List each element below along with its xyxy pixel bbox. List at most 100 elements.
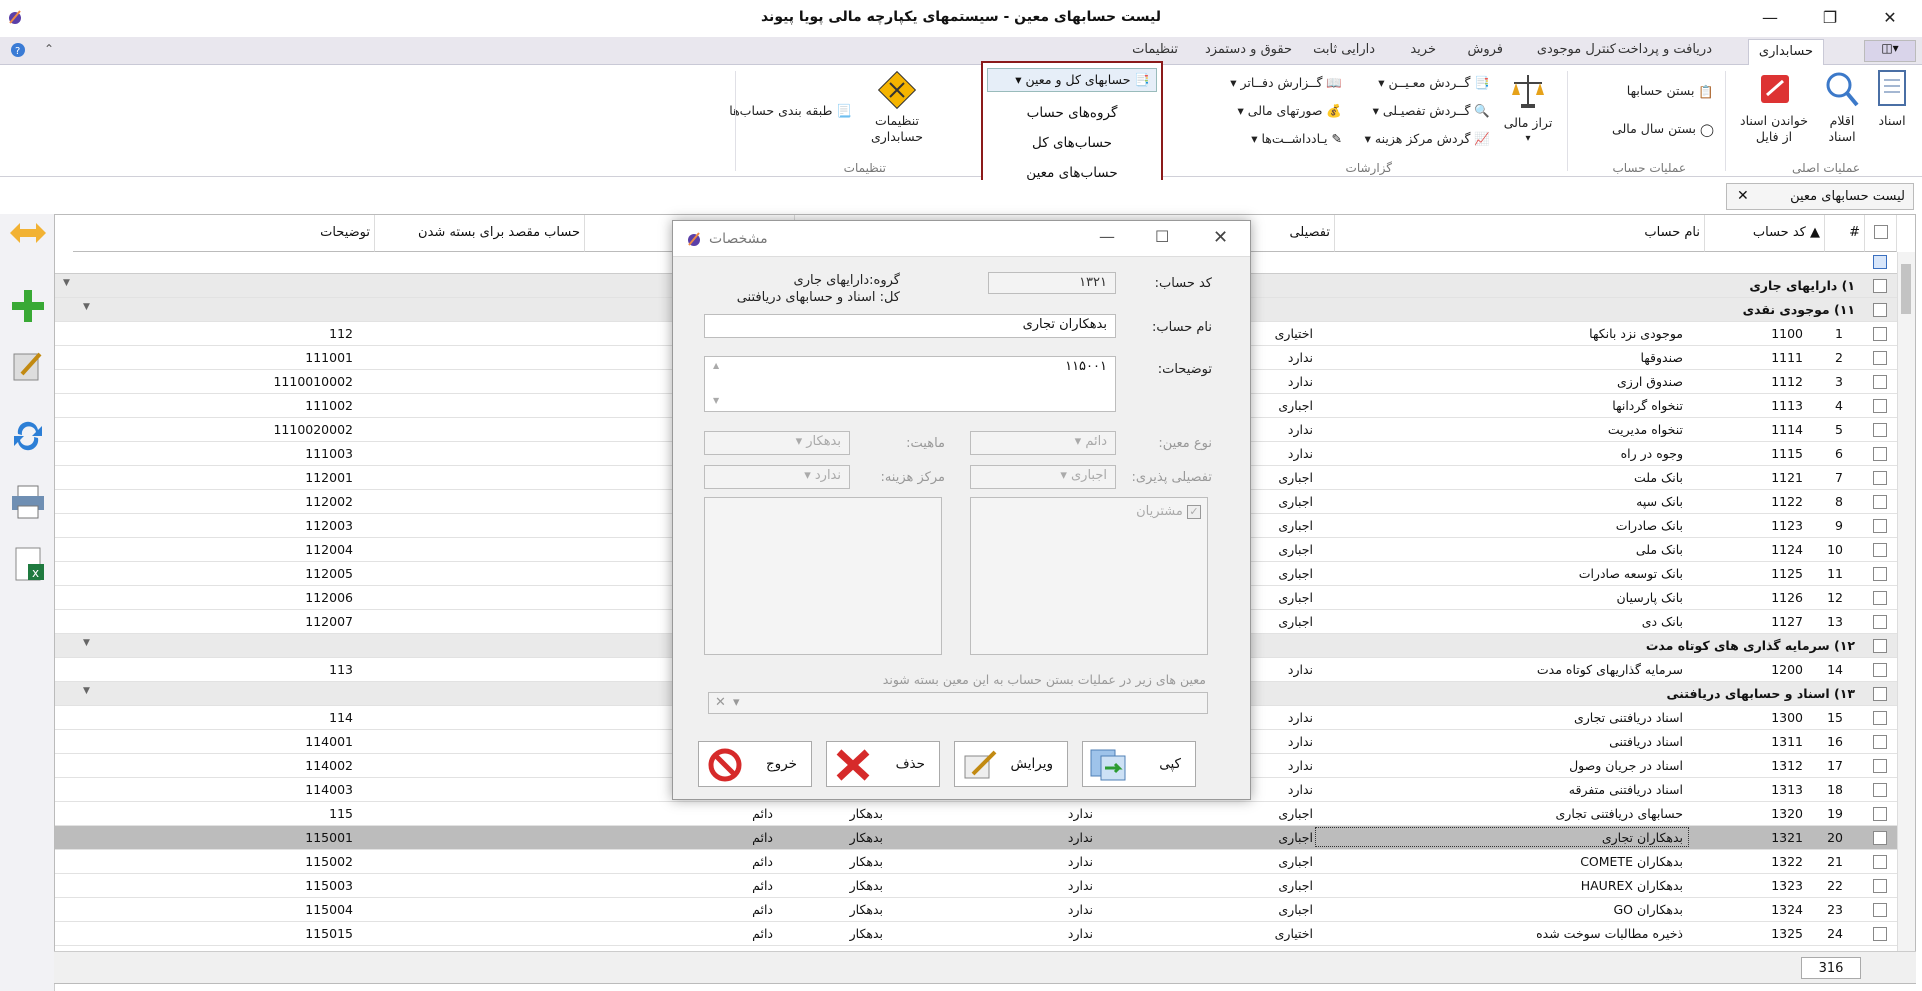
- menu-item-account-groups[interactable]: گروه‌های حساب: [983, 105, 1161, 121]
- description-field[interactable]: ۱۱۵۰۰۱: [704, 356, 1116, 412]
- classify-accounts-button[interactable]: 📃 طبقه بندی حساب‌ها: [729, 103, 852, 119]
- collapse-ribbon-icon[interactable]: ⌃: [44, 42, 54, 56]
- detailed-turnover-button[interactable]: 🔍 گــردش تفصیـلی ▾: [1373, 103, 1490, 119]
- close-window-button[interactable]: ✕: [1870, 4, 1910, 32]
- row-checkbox[interactable]: [1873, 807, 1887, 821]
- tab-accounting[interactable]: حسابداری: [1747, 39, 1824, 66]
- row-checkbox[interactable]: [1873, 471, 1887, 485]
- scroll-down-icon[interactable]: ▼: [713, 396, 719, 405]
- row-checkbox[interactable]: [1873, 927, 1887, 941]
- read-docs-button[interactable]: خواندن اسناد از فایل: [1734, 69, 1814, 145]
- delete-button[interactable]: حذف: [826, 741, 940, 787]
- edit-icon[interactable]: [8, 346, 48, 386]
- row-checkbox[interactable]: [1873, 855, 1887, 869]
- row-checkbox[interactable]: [1873, 903, 1887, 917]
- minimize-button[interactable]: —: [1750, 4, 1790, 32]
- check-icon[interactable]: ✓: [1187, 505, 1201, 519]
- menu-item-moein-accounts[interactable]: حساب‌های معین: [983, 165, 1161, 181]
- focused-cell[interactable]: [1315, 827, 1689, 847]
- row-checkbox[interactable]: [1873, 783, 1887, 797]
- row-checkbox[interactable]: [1873, 615, 1887, 629]
- row-checkbox[interactable]: [1873, 399, 1887, 413]
- collapse-icon[interactable]: ▼: [83, 302, 90, 312]
- expand-arrows-icon[interactable]: [8, 218, 48, 258]
- row-checkbox[interactable]: [1873, 591, 1887, 605]
- code-field[interactable]: ۱۳۲۱: [988, 272, 1116, 294]
- accounting-settings-button[interactable]: تنظیمات حسابداری: [862, 71, 932, 145]
- collapse-icon[interactable]: ▼: [83, 638, 90, 648]
- row-checkbox[interactable]: [1873, 879, 1887, 893]
- docs-button[interactable]: اسناد: [1870, 69, 1914, 129]
- tab-inventory[interactable]: کنترل موجودی: [1537, 42, 1616, 57]
- exit-button[interactable]: خروج: [698, 741, 812, 787]
- tab-fixed-assets[interactable]: دارایی ثابت: [1313, 42, 1375, 57]
- vertical-scrollbar[interactable]: [1897, 252, 1915, 962]
- table-row[interactable]: 22 1323 بدهکاران HAUREX اجباری ندارد بدهکار دا…: [55, 874, 1897, 898]
- excel-export-icon[interactable]: x: [8, 544, 48, 584]
- row-checkbox[interactable]: [1873, 447, 1887, 461]
- chevron-down-icon[interactable]: ▾: [733, 695, 740, 710]
- dialog-close-button[interactable]: ✕: [1213, 227, 1228, 248]
- tab-settings[interactable]: تنظیمات: [1132, 42, 1178, 57]
- tab-receive-pay[interactable]: دریافت و پرداخت: [1618, 42, 1712, 57]
- moein-type-select[interactable]: دائم ▾: [970, 431, 1116, 455]
- moein-turnover-button[interactable]: 📑 گــردش معـیــن ▾: [1378, 75, 1490, 91]
- print-icon[interactable]: [8, 482, 48, 522]
- col-code[interactable]: کد حساب ▲: [1705, 215, 1825, 252]
- row-checkbox[interactable]: [1873, 663, 1887, 677]
- layout-switch-icon[interactable]: ◫▾: [1864, 40, 1916, 62]
- close-accounts-button[interactable]: 📋 بستن حسابها: [1627, 83, 1714, 100]
- row-checkbox[interactable]: [1873, 519, 1887, 533]
- clear-icon[interactable]: ✕: [715, 695, 726, 710]
- edit-button[interactable]: ویرایش: [954, 741, 1068, 787]
- add-icon[interactable]: [8, 286, 48, 326]
- dialog-minimize-button[interactable]: —: [1099, 227, 1115, 246]
- close-tab-icon[interactable]: ✕: [1737, 188, 1749, 204]
- col-select-all[interactable]: [1865, 215, 1897, 252]
- table-row[interactable]: 19 1320 حسابهای دریافتنی تجاری اجباری ندارد ب…: [55, 802, 1897, 826]
- row-checkbox[interactable]: [1873, 543, 1887, 557]
- menu-item-kol-accounts[interactable]: حساب‌های کل: [983, 135, 1161, 151]
- scroll-up-icon[interactable]: ▲: [713, 361, 719, 370]
- restore-button[interactable]: ❐: [1810, 4, 1850, 32]
- row-checkbox[interactable]: [1873, 423, 1887, 437]
- collapse-icon[interactable]: ▼: [63, 278, 70, 288]
- refresh-icon[interactable]: [8, 416, 48, 456]
- tab-sales[interactable]: فروش: [1467, 42, 1503, 57]
- close-year-button[interactable]: ◯ بستن سال مالی: [1612, 121, 1714, 137]
- row-checkbox[interactable]: [1873, 303, 1887, 317]
- col-num[interactable]: #: [1825, 215, 1865, 252]
- row-checkbox[interactable]: [1873, 711, 1887, 725]
- row-checkbox[interactable]: [1873, 375, 1887, 389]
- customers-checkbox-row[interactable]: ✓ مشتریان: [1136, 504, 1201, 519]
- cost-center-select[interactable]: ندارد ▾: [704, 465, 850, 489]
- copy-button[interactable]: کپی: [1082, 741, 1196, 787]
- doc-tab-moein-list[interactable]: ✕ لیست حسابهای معین: [1726, 183, 1914, 210]
- filter-icon[interactable]: [1873, 255, 1887, 269]
- tafsili-select[interactable]: اجباری ▾: [970, 465, 1116, 489]
- table-row[interactable]: 24 1325 ذخیره مطالبات سوخت شده اختیاری ندارد…: [55, 922, 1897, 946]
- notes-button[interactable]: ✎ یـادداشــت‌ها ▾: [1251, 131, 1342, 146]
- ledger-report-button[interactable]: 📖 گــزارش دفــاتر ▾: [1230, 75, 1342, 91]
- kol-moein-dropdown-button[interactable]: 📑 حسابهای کل و معین ▾: [987, 68, 1157, 92]
- cost-center-turnover-button[interactable]: 📈 گردش مرکز هزینه ▾: [1365, 131, 1490, 147]
- col-target-account[interactable]: حساب مقصد برای بسته شدن: [375, 215, 585, 252]
- scrollbar-thumb[interactable]: [1901, 264, 1911, 314]
- row-checkbox[interactable]: [1873, 495, 1887, 509]
- tab-purchase[interactable]: خرید: [1410, 42, 1436, 57]
- row-checkbox[interactable]: [1873, 327, 1887, 341]
- select-all-checkbox[interactable]: [1874, 225, 1888, 239]
- row-checkbox[interactable]: [1873, 687, 1887, 701]
- row-checkbox[interactable]: [1873, 639, 1887, 653]
- doc-items-button[interactable]: اقلام اسناد: [1820, 69, 1864, 145]
- row-checkbox[interactable]: [1873, 735, 1887, 749]
- table-row[interactable]: 21 1322 بدهکاران COMETE اجباری ندارد بدهکار دا…: [55, 850, 1897, 874]
- tab-payroll[interactable]: حقوق و دستمزد: [1205, 42, 1292, 57]
- trial-balance-button[interactable]: تراز مالی ▾: [1498, 71, 1558, 147]
- row-checkbox[interactable]: [1873, 759, 1887, 773]
- financial-statements-button[interactable]: 💰 صورتهای مالی ▾: [1238, 103, 1342, 119]
- table-row[interactable]: 20 1321 بدهکاران تجاری اجباری ندارد بدهکار دائ…: [55, 826, 1897, 850]
- row-checkbox[interactable]: [1873, 351, 1887, 365]
- col-description[interactable]: توضیحات: [73, 215, 375, 252]
- row-checkbox[interactable]: [1873, 279, 1887, 293]
